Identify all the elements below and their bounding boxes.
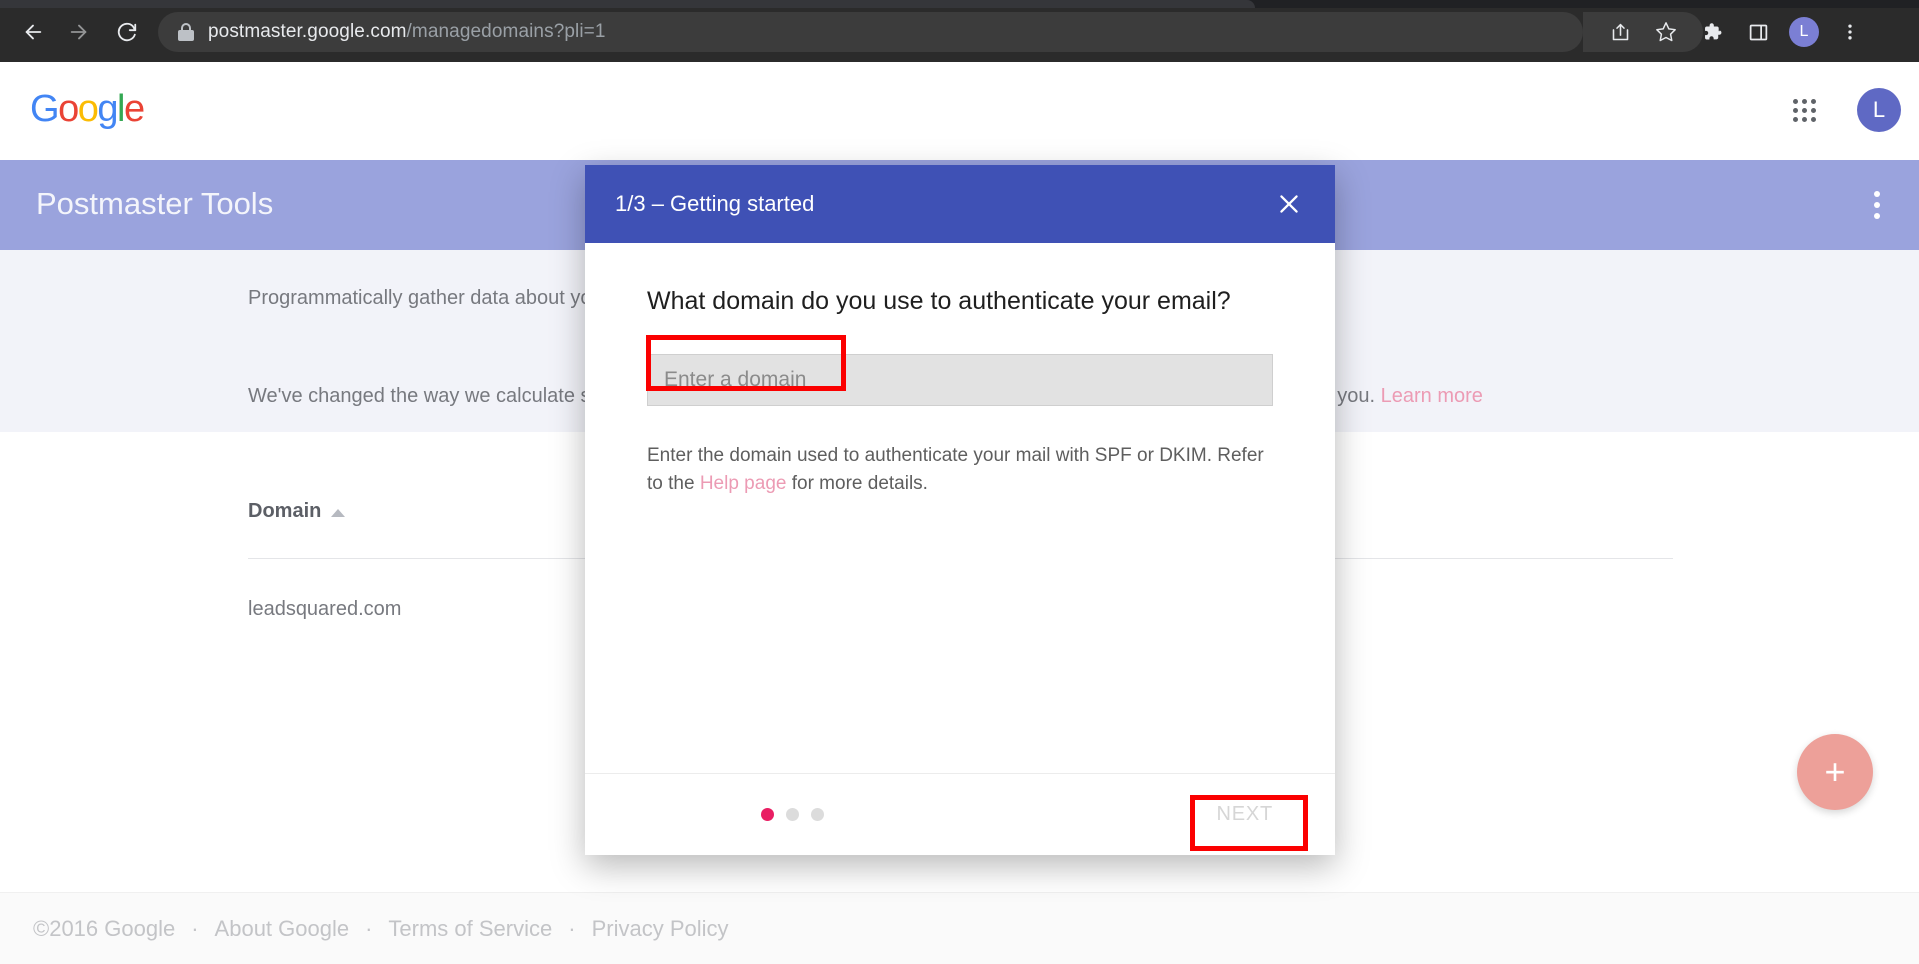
google-logo[interactable]: Google: [30, 88, 145, 131]
page-footer: ©2016 Google · About Google · Terms of S…: [0, 892, 1919, 964]
logo-letter-o1: o: [58, 88, 79, 130]
dialog-step-title: 1/3 – Getting started: [615, 191, 815, 216]
table-header-domain[interactable]: Domain: [248, 500, 346, 523]
copyright-text: ©2016 Google: [33, 915, 176, 941]
back-arrow-icon[interactable]: [16, 15, 50, 49]
domain-cell-value: leadsquared.com: [248, 598, 402, 620]
sort-ascending-arrow-icon[interactable]: [331, 508, 346, 517]
domain-input[interactable]: [647, 354, 1273, 406]
notice-text-line-1: Programmatically gather data about yo: [248, 287, 592, 309]
learn-more-link[interactable]: Learn more: [1381, 385, 1483, 407]
forward-arrow-icon[interactable]: [62, 15, 96, 49]
footer-separator-1: ·: [191, 915, 199, 941]
extensions-puzzle-icon[interactable]: [1692, 12, 1732, 52]
logo-letter-o2: o: [77, 88, 99, 130]
active-tab[interactable]: [0, 0, 1255, 8]
footer-link-privacy-policy[interactable]: Privacy Policy: [592, 916, 729, 942]
avatar: L: [1789, 17, 1819, 47]
close-x-icon[interactable]: [1269, 184, 1309, 224]
browser-toolbar-actions: L: [1600, 12, 1876, 52]
plus-icon: +: [1824, 751, 1846, 792]
browser-profile-avatar[interactable]: L: [1784, 12, 1824, 52]
google-header: [0, 62, 1919, 160]
add-domain-fab[interactable]: +: [1797, 734, 1873, 810]
pagination-dots: [761, 808, 824, 821]
footer-separator-3: ·: [568, 915, 576, 941]
pagination-dot-3[interactable]: [811, 808, 824, 821]
url-host: postmaster.google.com: [208, 21, 407, 42]
dialog-footer: NEXT: [585, 773, 1335, 855]
footer-separator-2: ·: [365, 915, 373, 941]
table-row[interactable]: leadsquared.com: [248, 598, 401, 621]
share-icon[interactable]: [1600, 12, 1640, 52]
help-text-after: for more details.: [786, 472, 928, 494]
getting-started-dialog: 1/3 – Getting started What domain do you…: [585, 165, 1335, 855]
footer-link-about-google[interactable]: About Google: [215, 916, 350, 942]
account-avatar[interactable]: L: [1857, 88, 1901, 132]
next-button[interactable]: NEXT: [1194, 791, 1295, 838]
pagination-dot-1[interactable]: [761, 808, 774, 821]
app-bar-overflow-menu-icon[interactable]: [1860, 188, 1894, 222]
tab-strip: [0, 0, 1919, 8]
bookmark-star-icon[interactable]: [1646, 12, 1686, 52]
browser-chrome: postmaster.google.com/managedomains?pli=…: [0, 0, 1919, 62]
url-path: /managedomains?pli=1: [406, 21, 606, 42]
google-apps-grid-icon[interactable]: [1790, 96, 1820, 126]
address-bar[interactable]: postmaster.google.com/managedomains?pli=…: [158, 12, 1583, 52]
logo-letter-g2: g: [97, 88, 118, 130]
help-page-link[interactable]: Help page: [700, 473, 787, 494]
reload-icon[interactable]: [110, 15, 144, 49]
logo-letter-l: l: [116, 88, 125, 130]
dialog-header: 1/3 – Getting started: [585, 165, 1335, 243]
page-title: Postmaster Tools: [36, 186, 274, 221]
footer-link-terms-of-service[interactable]: Terms of Service: [388, 916, 552, 942]
dialog-help-text: Enter the domain used to authenticate yo…: [647, 442, 1267, 497]
dialog-question: What domain do you use to authenticate y…: [647, 287, 1231, 315]
notice-text-before: We've changed the way we calculate sp: [248, 385, 602, 407]
column-header-label: Domain: [248, 500, 322, 522]
url-text: postmaster.google.com/managedomains?pli=…: [208, 21, 606, 43]
logo-letter-e: e: [123, 88, 145, 130]
three-dot-menu-icon[interactable]: [1830, 12, 1870, 52]
logo-letter-g1: G: [30, 88, 60, 130]
side-panel-icon[interactable]: [1738, 12, 1778, 52]
pagination-dot-2[interactable]: [786, 808, 799, 821]
lock-icon: [178, 23, 194, 41]
dialog-body: What domain do you use to authenticate y…: [585, 243, 1335, 773]
